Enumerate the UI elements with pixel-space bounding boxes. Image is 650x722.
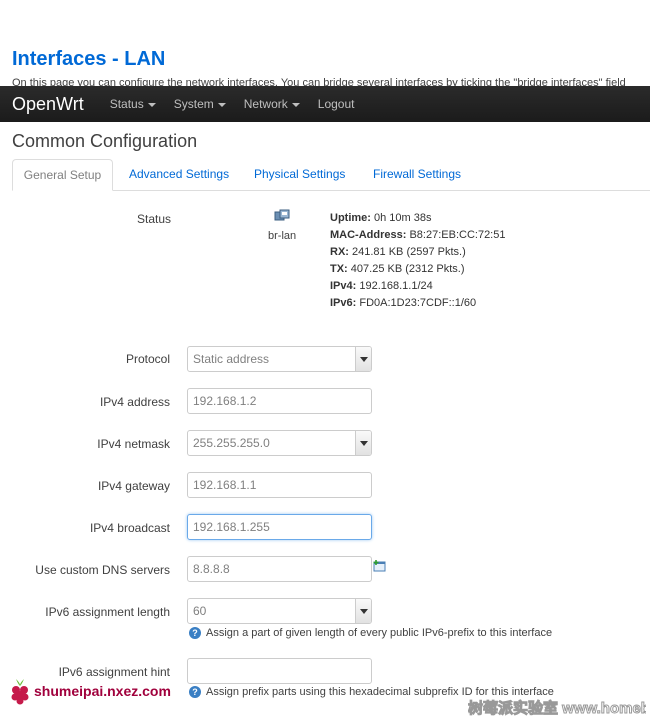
- ipv4-netmask-select[interactable]: 255.255.255.0: [187, 430, 372, 456]
- tab-firewall-settings[interactable]: Firewall Settings: [373, 159, 461, 191]
- dns-input[interactable]: 8.8.8.8: [187, 556, 372, 582]
- chevron-down-icon[interactable]: [355, 347, 371, 371]
- nav-item-logout[interactable]: Logout: [318, 97, 355, 111]
- dns-label: Use custom DNS servers: [35, 563, 170, 577]
- chevron-down-icon[interactable]: [355, 431, 371, 455]
- ipv4-address-input[interactable]: 192.168.1.2: [187, 388, 372, 414]
- tab-advanced-settings[interactable]: Advanced Settings: [129, 159, 229, 191]
- protocol-label: Protocol: [125, 352, 170, 366]
- raspberry-logo-icon: [11, 679, 29, 705]
- tab-bar: General Setup Advanced Settings Physical…: [12, 159, 650, 191]
- protocol-select[interactable]: Static address: [187, 346, 372, 372]
- ipv6-length-label: IPv6 assignment length: [45, 605, 170, 619]
- caret-down-icon: [291, 102, 300, 107]
- ipv6-length-value: 60: [193, 604, 207, 618]
- nav-item-label: Logout: [317, 97, 355, 111]
- watermark-left-text: shumeipai.nxez.com: [34, 683, 171, 699]
- nav-item-label: Status: [109, 97, 144, 111]
- brand-logo[interactable]: OpenWrt: [12, 94, 84, 115]
- add-entry-icon[interactable]: [373, 560, 386, 572]
- ipv4-gateway-label: IPv4 gateway: [97, 479, 170, 493]
- tab-physical-settings[interactable]: Physical Settings: [254, 159, 345, 191]
- ipv4-broadcast-label: IPv4 broadcast: [89, 521, 170, 535]
- help-icon: ?: [189, 686, 201, 698]
- ipv4-address-label: IPv4 address: [99, 395, 170, 409]
- tab-general-setup[interactable]: General Setup: [12, 159, 113, 191]
- ipv6-hint-input[interactable]: [187, 658, 372, 684]
- navbar: OpenWrt Status System Network Logout: [0, 86, 650, 122]
- ipv6-length-help: ? Assign a part of given length of every…: [189, 627, 552, 639]
- ipv4-netmask-value: 255.255.255.0: [193, 436, 270, 450]
- status-details: Uptime: 0h 10m 38s MAC-Address: B8:27:EB…: [330, 212, 506, 309]
- ethernet-port-icon: [274, 209, 290, 221]
- device-name: br-lan: [268, 230, 297, 242]
- watermark-right: 树莓派实验室 www.homebaike.com: [468, 700, 646, 718]
- status-label: Status: [137, 212, 172, 226]
- watermark-left: shumeipai.nxez.com: [8, 676, 171, 706]
- section-title: Common Configuration: [12, 131, 198, 151]
- nav-item-label: System: [173, 97, 214, 111]
- nav-item-system[interactable]: System: [174, 97, 226, 111]
- help-icon: ?: [189, 627, 201, 639]
- nav-item-label: Network: [243, 97, 288, 111]
- protocol-value: Static address: [193, 352, 270, 366]
- nav-item-status[interactable]: Status: [110, 97, 156, 111]
- chevron-down-icon[interactable]: [355, 599, 371, 623]
- ipv6-length-select[interactable]: 60: [187, 598, 372, 624]
- ipv4-netmask-label: IPv4 netmask: [97, 437, 170, 451]
- ipv4-broadcast-input[interactable]: 192.168.1.255: [187, 514, 372, 540]
- help-text: Assign a part of given length of every p…: [206, 627, 553, 639]
- caret-down-icon: [217, 102, 226, 107]
- caret-down-icon: [147, 102, 156, 107]
- page-title: Interfaces - LAN: [12, 48, 166, 70]
- ipv4-gateway-input[interactable]: 192.168.1.1: [187, 472, 372, 498]
- nav-item-network[interactable]: Network: [244, 97, 300, 111]
